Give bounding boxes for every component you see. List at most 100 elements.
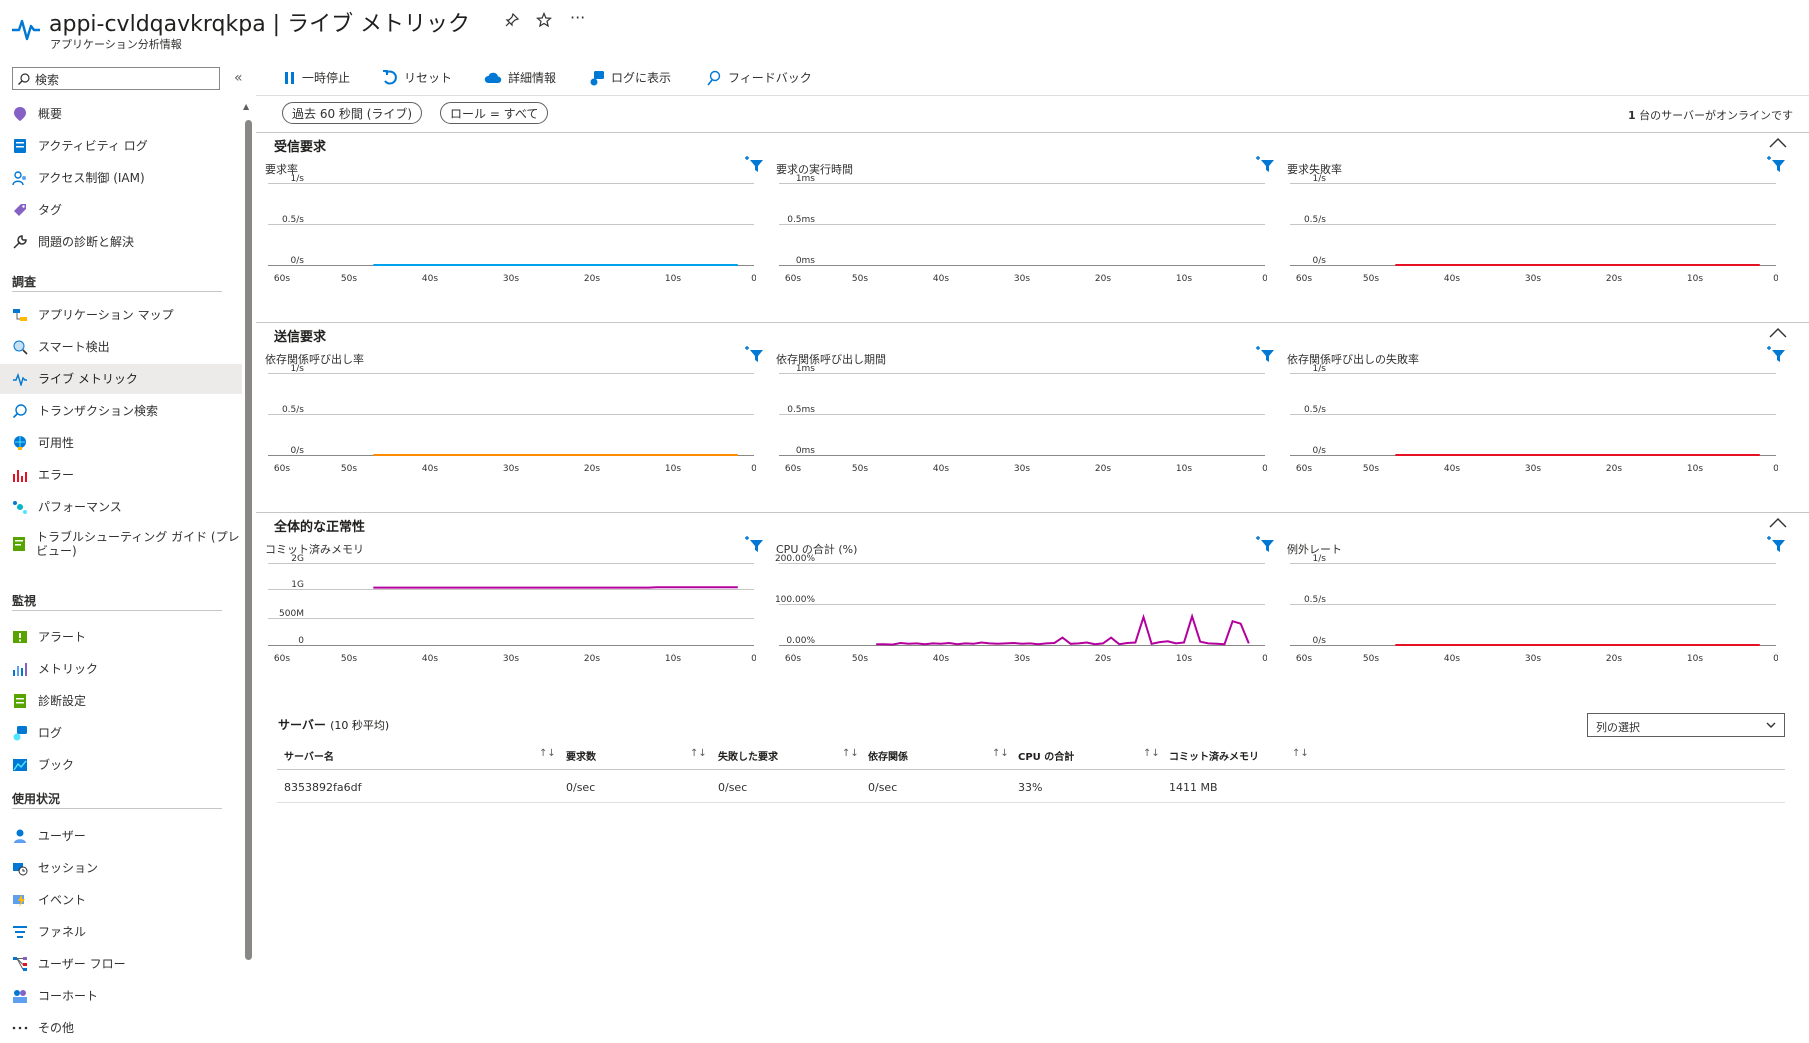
column-header[interactable]: コミット済みメモリ: [1169, 748, 1259, 763]
column-select-dropdown[interactable]: 列の選択: [1587, 713, 1785, 737]
sidebar-item-overview[interactable]: 概要: [0, 99, 242, 129]
star-icon[interactable]: [536, 12, 552, 28]
x-tick-label: 40s: [422, 464, 438, 474]
sort-icon[interactable]: ↑↓: [992, 748, 1009, 759]
sidebar-item-events[interactable]: イベント: [0, 885, 242, 915]
chart: 依存関係呼び出し率1/s0.5/s0/s60s50s40s30s20s10s0: [256, 323, 766, 513]
sidebar-item-sessions[interactable]: セッション: [0, 853, 242, 883]
table-cell: 0/sec: [718, 781, 747, 794]
sidebar-item-activity-log[interactable]: アクティビティ ログ: [0, 131, 242, 161]
sidebar-section-title: 調査: [12, 273, 36, 290]
sidebar-item-wrench[interactable]: 問題の診断と解決: [0, 227, 242, 257]
x-tick-label: 0: [751, 464, 756, 474]
sidebar-section-title: 監視: [12, 592, 36, 609]
sidebar-item-funnel[interactable]: ファネル: [0, 917, 242, 947]
sort-icon[interactable]: ↑↓: [539, 748, 556, 759]
sidebar-scrollbar-thumb[interactable]: [245, 120, 252, 960]
servers-online-status: 1 台のサーバーがオンラインです: [1628, 107, 1793, 123]
sidebar-item-users[interactable]: ユーザー: [0, 821, 242, 851]
smart-detect-icon: [12, 339, 28, 355]
collapse-sidebar-button[interactable]: «: [234, 70, 243, 86]
x-tick-label: 60s: [1296, 464, 1312, 474]
x-tick-label: 20s: [1606, 654, 1622, 664]
x-tick-label: 10s: [665, 274, 681, 284]
sidebar-item-cohort[interactable]: コーホート: [0, 981, 242, 1011]
sidebar-item-label: 問題の診断と解決: [38, 235, 134, 249]
sidebar-item-smart-detect[interactable]: スマート検出: [0, 332, 242, 362]
column-header[interactable]: サーバー名: [284, 748, 334, 763]
y-tick-label: 0/s: [1313, 256, 1327, 266]
sidebar-item-user-flow[interactable]: ユーザー フロー: [0, 949, 242, 979]
chart-plot: 1/s0.5/s0/s60s50s40s30s20s10s0: [1278, 553, 1778, 673]
sidebar-item-troubleshoot[interactable]: トラブルシューティング ガイド (プレビュー): [0, 524, 242, 564]
x-tick-label: 50s: [1363, 654, 1379, 664]
column-header[interactable]: 要求数: [566, 748, 596, 763]
reset-label: リセット: [404, 69, 452, 86]
sort-icon[interactable]: ↑↓: [1143, 748, 1160, 759]
sidebar-item-logs[interactable]: ログ: [0, 718, 242, 748]
y-tick-label: 1ms: [796, 174, 815, 184]
sidebar-item-label: 概要: [38, 107, 62, 121]
sidebar-item-workbook[interactable]: ブック: [0, 750, 242, 780]
column-header[interactable]: 失敗した要求: [718, 748, 778, 763]
chart: CPU の合計 (%)200.00%100.00%0.00%60s50s40s3…: [767, 513, 1277, 703]
sidebar-item-app-map[interactable]: アプリケーション マップ: [0, 300, 242, 330]
column-header[interactable]: 依存関係: [868, 748, 908, 763]
x-tick-label: 60s: [785, 654, 801, 664]
pause-icon: [284, 71, 296, 85]
sidebar-item-label: 可用性: [38, 436, 74, 450]
sidebar-item-tag[interactable]: タグ: [0, 195, 242, 225]
sort-icon[interactable]: ↑↓: [842, 748, 859, 759]
sidebar-item-iam[interactable]: アクセス制御 (IAM): [0, 163, 242, 193]
sidebar-item-label: タグ: [38, 203, 62, 217]
sort-icon[interactable]: ↑↓: [690, 748, 707, 759]
sidebar-item-failures[interactable]: エラー: [0, 460, 242, 490]
x-tick-label: 10s: [1176, 464, 1192, 474]
sort-icon[interactable]: ↑↓: [1292, 748, 1309, 759]
x-tick-label: 20s: [1095, 464, 1111, 474]
column-header[interactable]: CPU の合計: [1018, 748, 1074, 763]
funnel-icon: [12, 924, 28, 940]
sidebar-item-alert[interactable]: アラート: [0, 622, 242, 652]
x-tick-label: 20s: [1606, 274, 1622, 284]
sidebar-item-more[interactable]: その他: [0, 1013, 242, 1043]
chart: 依存関係呼び出し期間1ms0.5ms0ms60s50s40s30s20s10s0: [767, 323, 1277, 513]
show-in-logs-button[interactable]: ログに表示: [589, 69, 671, 86]
details-button[interactable]: 詳細情報: [484, 69, 556, 86]
x-tick-label: 20s: [1095, 274, 1111, 284]
sidebar-item-live-metrics[interactable]: ライブ メトリック: [0, 364, 242, 394]
reset-button[interactable]: リセット: [382, 69, 452, 86]
y-tick-label: 1/s: [1313, 364, 1327, 374]
sidebar-item-diagnostic[interactable]: 診断設定: [0, 686, 242, 716]
feedback-button[interactable]: フィードバック: [706, 69, 812, 86]
sidebar-section-title: 使用状況: [12, 790, 60, 807]
sidebar-item-search[interactable]: トランザクション検索: [0, 396, 242, 426]
x-tick-label: 10s: [1176, 274, 1192, 284]
x-tick-label: 50s: [1363, 464, 1379, 474]
scroll-up-icon[interactable]: ▲: [243, 102, 249, 111]
more-icon[interactable]: ···: [570, 8, 585, 27]
sidebar-item-availability[interactable]: 可用性: [0, 428, 242, 458]
x-tick-label: 60s: [785, 274, 801, 284]
role-filter[interactable]: ロール = すべて: [440, 102, 548, 124]
details-label: 詳細情報: [508, 69, 556, 86]
pause-button[interactable]: 一時停止: [284, 69, 350, 86]
table-row-divider: [277, 802, 1785, 803]
chart-plot: 200.00%100.00%0.00%60s50s40s30s20s10s0: [767, 553, 1267, 673]
logs-icon: [589, 70, 605, 86]
pin-icon[interactable]: [504, 12, 520, 28]
sidebar-item-metrics[interactable]: メトリック: [0, 654, 242, 684]
sidebar-item-performance[interactable]: パフォーマンス: [0, 492, 242, 522]
x-tick-label: 30s: [1014, 464, 1030, 474]
sessions-icon: [12, 860, 28, 876]
live-metrics-icon: [12, 371, 28, 387]
time-range-filter[interactable]: 過去 60 秒間 (ライブ): [282, 102, 422, 124]
search-input[interactable]: 検索: [12, 67, 220, 90]
x-tick-label: 20s: [584, 274, 600, 284]
x-tick-label: 30s: [1525, 654, 1541, 664]
y-tick-label: 0ms: [796, 256, 815, 266]
x-tick-label: 30s: [1525, 274, 1541, 284]
x-tick-label: 50s: [341, 654, 357, 664]
table-cell: 0/sec: [868, 781, 897, 794]
failures-icon: [12, 467, 28, 483]
